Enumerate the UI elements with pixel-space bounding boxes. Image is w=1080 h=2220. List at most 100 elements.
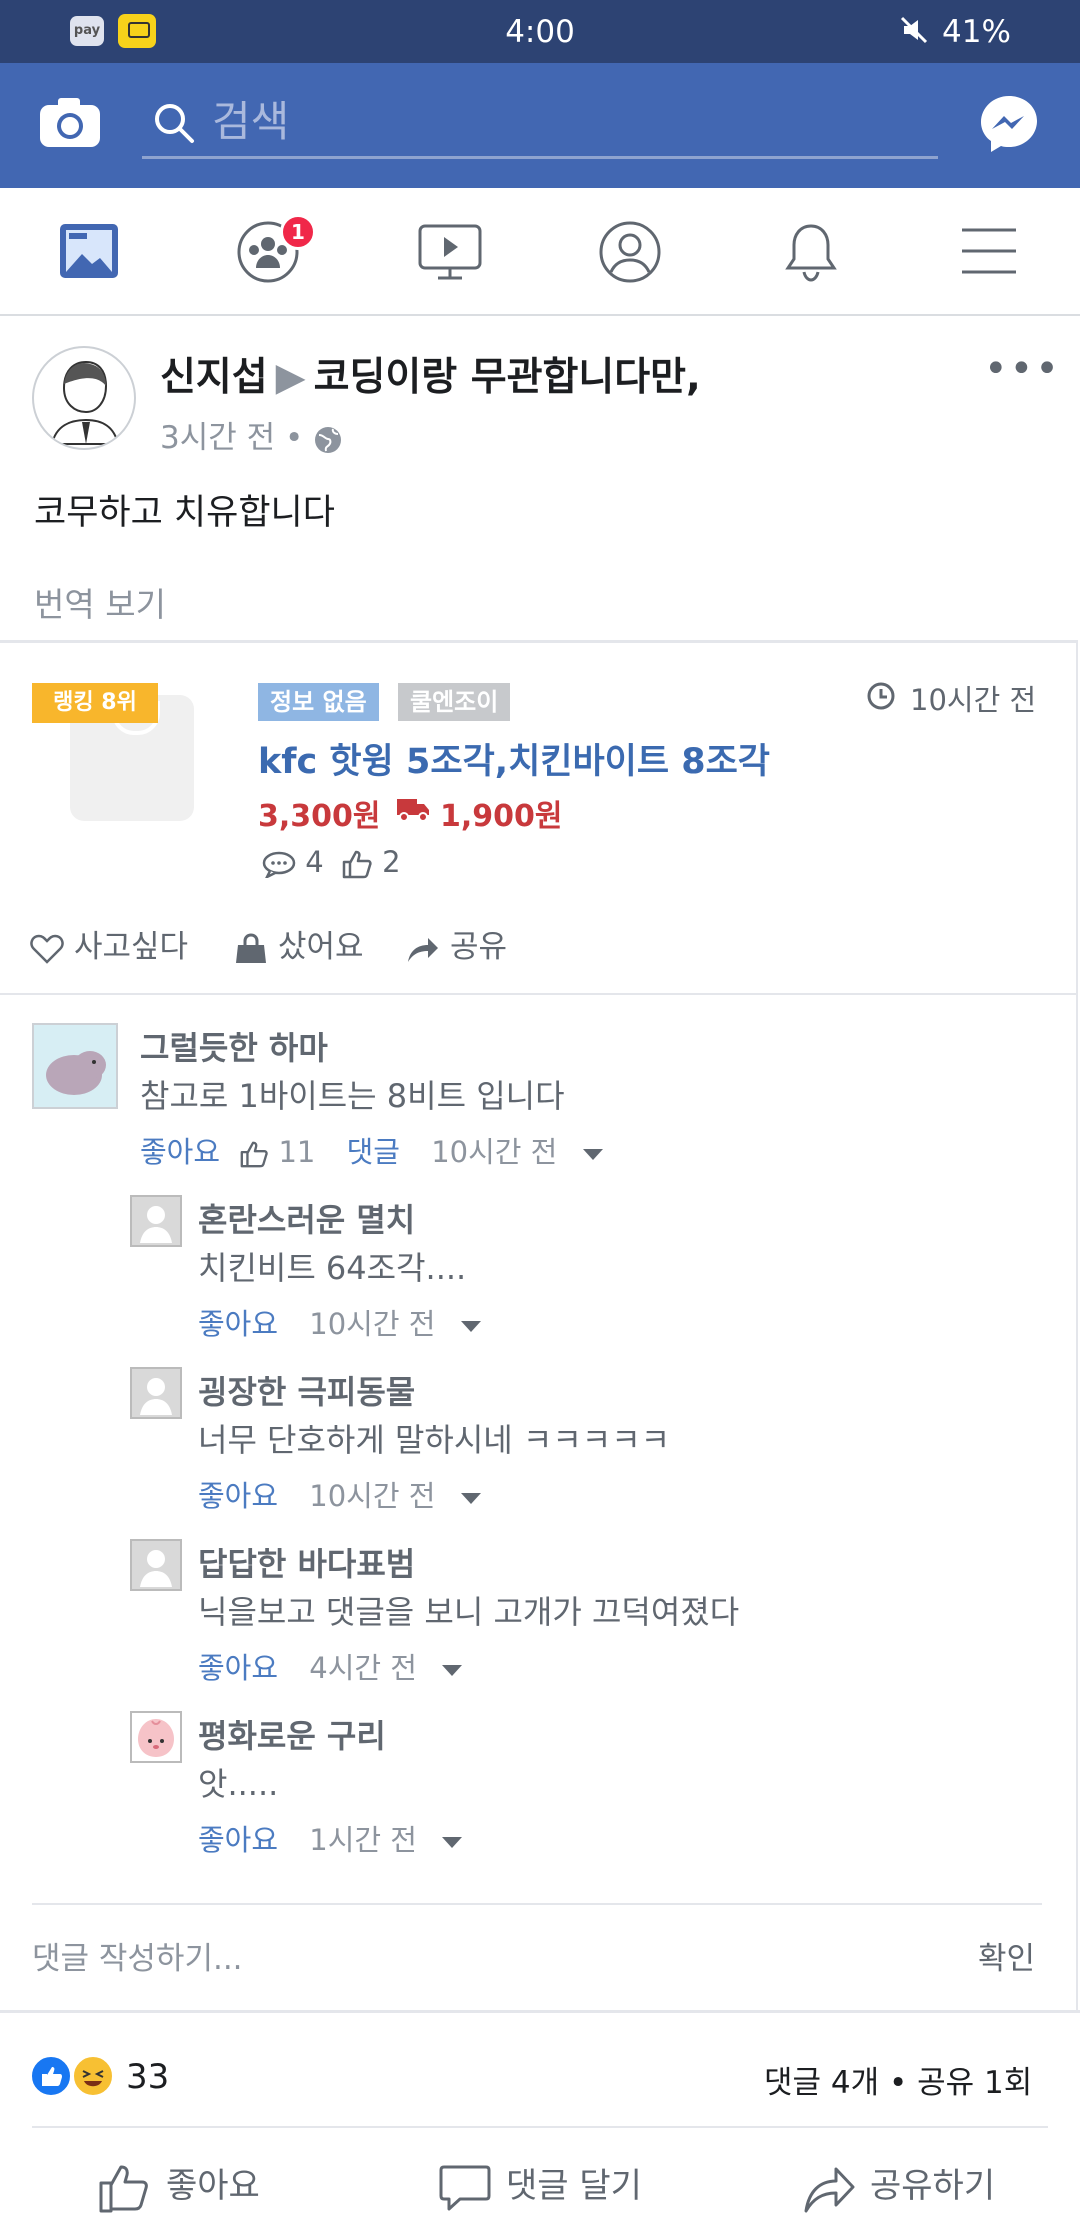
comment-actions: 좋아요 10시간 전 <box>198 1473 481 1515</box>
commenter-avatar[interactable] <box>130 1195 182 1247</box>
comment-text: 닉을보고 댓글을 보니 고개가 끄덕여졌다 <box>198 1593 740 1631</box>
comment-text: 너무 단호하게 말하시네 ㅋㅋㅋㅋㅋ <box>198 1421 671 1459</box>
share-label: 공유하기 <box>870 2166 996 2206</box>
nav-bar <box>0 188 1080 316</box>
like-count: 2 <box>382 845 401 879</box>
watch-tab[interactable] <box>418 220 484 286</box>
comment-like-count: 11 <box>278 1135 316 1169</box>
default-avatar-icon <box>140 1378 172 1415</box>
like-button[interactable]: 좋아요 <box>140 1135 220 1169</box>
comment-actions: 좋아요 10시간 전 <box>198 1301 481 1343</box>
shopping-bag-icon <box>236 932 266 963</box>
camera-icon[interactable] <box>38 97 102 149</box>
thumbs-up-icon <box>240 1141 268 1168</box>
share-post-button[interactable]: 공유하기 <box>802 2158 995 2215</box>
reply-button[interactable]: 댓글 <box>347 1135 400 1169</box>
commenter-avatar[interactable] <box>130 1367 182 1419</box>
chevron-down-icon[interactable] <box>582 1148 603 1160</box>
commenter-avatar[interactable] <box>130 1539 182 1591</box>
hippo-icon <box>46 1051 106 1095</box>
group-name[interactable]: 코딩이랑 무관합니다만, <box>314 355 701 400</box>
menu-tab[interactable] <box>958 220 1024 286</box>
messenger-icon[interactable] <box>978 93 1040 155</box>
comment-count: 4 <box>305 845 324 879</box>
search-bar[interactable] <box>142 87 938 159</box>
product-time: 10시간 전 <box>910 683 1037 717</box>
share-icon <box>408 937 438 962</box>
heart-icon <box>30 934 64 964</box>
shipping-fee: 1,900원 <box>440 799 563 834</box>
comment-time: 4시간 전 <box>309 1651 417 1685</box>
search-input[interactable] <box>212 95 812 147</box>
product-price: 3,300원 <box>258 799 381 834</box>
comment-time: 1시간 전 <box>309 1823 417 1857</box>
top-bar <box>0 63 1080 188</box>
notifications-tab[interactable] <box>780 220 846 286</box>
like-post-button[interactable]: 좋아요 <box>98 2158 260 2215</box>
author-name[interactable]: 신지섭 <box>160 355 268 400</box>
commenter-name[interactable]: 평화로운 구리 <box>198 1711 386 1757</box>
chevron-down-icon[interactable] <box>442 1664 463 1676</box>
default-avatar-icon <box>140 1206 172 1243</box>
globe-icon <box>315 426 342 453</box>
reaction-count[interactable]: 33 <box>126 2057 169 2097</box>
author-avatar[interactable] <box>32 346 136 450</box>
commenter-avatar[interactable] <box>130 1711 182 1763</box>
thumbs-up-icon <box>99 2165 148 2212</box>
comments-shares-summary[interactable]: 댓글 4개 • 공유 1회 <box>764 2057 1032 2102</box>
product-title[interactable]: kfc 핫윙 5조각,치킨바이트 8조각 <box>258 733 770 784</box>
clock-icon <box>867 682 895 710</box>
bought-button[interactable]: 샀어요 <box>234 921 364 966</box>
chevron-down-icon[interactable] <box>442 1836 463 1848</box>
like-button[interactable]: 좋아요 <box>198 1823 278 1857</box>
commenter-avatar[interactable] <box>32 1023 118 1109</box>
comment-actions: 좋아요 1시간 전 <box>198 1817 463 1859</box>
post-time[interactable]: 3시간 전 • <box>160 420 303 456</box>
like-button[interactable]: 좋아요 <box>198 1651 278 1685</box>
rank-badge: 랭킹 8위 <box>32 683 158 723</box>
like-button[interactable]: 좋아요 <box>198 1307 278 1341</box>
divider <box>32 1903 1042 1905</box>
commenter-name[interactable]: 답답한 바다표범 <box>198 1539 415 1585</box>
comment-post-button[interactable]: 댓글 달기 <box>438 2158 642 2215</box>
news-feed-tab[interactable] <box>58 220 124 286</box>
more-options-button[interactable]: ••• <box>984 346 1061 392</box>
profile-icon <box>599 221 661 283</box>
comment-time: 10시간 전 <box>431 1135 558 1169</box>
comment-input[interactable]: 댓글 작성하기... <box>32 1933 243 1978</box>
haha-reaction-icon <box>72 2055 114 2097</box>
bell-icon <box>785 224 837 282</box>
battery-level: 41% <box>942 14 1011 50</box>
reactions-summary: 33 댓글 4개 • 공유 1회 <box>0 2010 1080 2130</box>
shared-content: 랭킹 8위 정보 없음 쿨엔조이 10시간 전 kfc 핫윙 5조각,치킨바이트… <box>0 640 1078 2010</box>
comment-text: 치킨비트 64조각.... <box>198 1249 467 1287</box>
product-stats: 4 2 <box>262 845 401 880</box>
peach-character-icon <box>138 1719 174 1757</box>
see-translation-link[interactable]: 번역 보기 <box>34 578 166 626</box>
search-icon <box>152 101 196 145</box>
divider <box>0 993 1076 995</box>
want-button[interactable]: 사고싶다 <box>30 921 188 966</box>
commenter-name[interactable]: 혼란스러운 멸치 <box>198 1195 415 1241</box>
commenter-name[interactable]: 그럴듯한 하마 <box>140 1023 328 1069</box>
info-tag: 정보 없음 <box>258 683 379 721</box>
default-avatar-icon <box>140 1550 172 1587</box>
profile-tab[interactable] <box>598 220 664 286</box>
commenter-name[interactable]: 굉장한 극피동물 <box>198 1367 415 1413</box>
share-icon <box>804 2167 855 2212</box>
comment-actions: 좋아요 4시간 전 <box>198 1645 463 1687</box>
mute-icon <box>898 14 930 54</box>
comment-time: 10시간 전 <box>309 1479 436 1513</box>
arrow-right-icon: ▶ <box>275 355 306 400</box>
comment-label: 댓글 달기 <box>506 2166 642 2206</box>
chevron-down-icon[interactable] <box>460 1492 481 1504</box>
divider <box>32 2126 1048 2128</box>
like-button[interactable]: 좋아요 <box>198 1479 278 1513</box>
confirm-button[interactable]: 확인 <box>978 1933 1035 1978</box>
comment-time: 10시간 전 <box>309 1307 436 1341</box>
post-meta: 3시간 전 • <box>160 412 343 457</box>
chevron-down-icon[interactable] <box>460 1320 481 1332</box>
share-product-button[interactable]: 공유 <box>406 921 507 966</box>
like-label: 좋아요 <box>166 2166 260 2206</box>
comment-text: 참고로 1바이트는 8비트 입니다 <box>140 1077 565 1115</box>
